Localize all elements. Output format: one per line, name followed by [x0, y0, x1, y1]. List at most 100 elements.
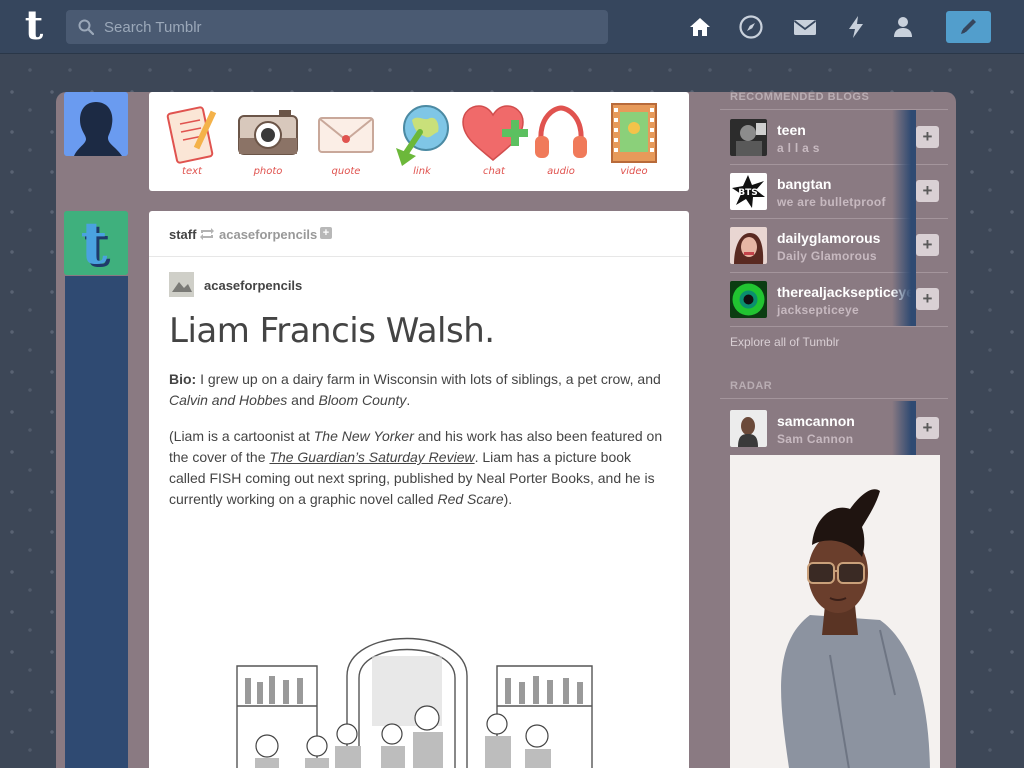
filmstrip-video-icon: [611, 103, 657, 163]
body-text: ).: [503, 491, 513, 507]
post-type-label: quote: [331, 166, 361, 177]
dashboard-post: staff acaseforpencils + acaseforpencils …: [149, 211, 689, 768]
post-type-bar: text photo quote link chat audio video: [149, 92, 689, 191]
post-title: Liam Francis Walsh.: [169, 311, 495, 351]
name-fade: [892, 110, 916, 164]
blog-avatar[interactable]: [730, 410, 767, 447]
blog-title: jacksepticeye: [777, 303, 859, 317]
name-fade: [892, 272, 916, 326]
post-type-audio[interactable]: audio: [526, 102, 596, 187]
guardian-review-link[interactable]: The Guardian’s Saturday Review: [269, 449, 474, 465]
bio-label: Bio:: [169, 371, 197, 387]
headphones-audio-icon: [535, 105, 587, 158]
user-avatar[interactable]: [64, 92, 128, 156]
home-icon[interactable]: [687, 14, 713, 40]
post-type-link[interactable]: link: [387, 102, 457, 187]
blog-avatar[interactable]: [730, 227, 767, 264]
post-author-link[interactable]: staff: [169, 227, 196, 242]
account-person-icon[interactable]: [890, 14, 916, 40]
recommended-blog-row[interactable]: teen a l l a s +: [720, 110, 948, 164]
staff-avatar[interactable]: t t: [64, 211, 128, 275]
divider: [730, 326, 948, 327]
camera-photo-icon: [238, 110, 298, 155]
avatar-rail: [65, 276, 128, 768]
post-type-video[interactable]: video: [599, 102, 669, 187]
follow-blog-button[interactable]: +: [916, 288, 939, 310]
name-fade: [892, 401, 916, 455]
post-body: Bio: I grew up on a dairy farm in Wiscon…: [169, 369, 669, 525]
search-input[interactable]: [104, 10, 594, 44]
body-text: (Liam is a cartoonist at: [169, 428, 314, 444]
top-header: t: [0, 0, 1024, 54]
activity-lightning-icon[interactable]: [843, 14, 869, 40]
post-type-label: audio: [547, 166, 575, 177]
bio-text: and: [287, 392, 319, 408]
post-type-label: video: [620, 166, 648, 177]
messages-envelope-icon[interactable]: [792, 14, 818, 40]
blog-name[interactable]: teen: [777, 122, 806, 138]
blog-name[interactable]: samcannon: [777, 413, 855, 429]
follow-blog-button[interactable]: +: [916, 417, 939, 439]
bio-paragraph: Bio: I grew up on a dairy farm in Wiscon…: [169, 369, 669, 411]
compose-post-button[interactable]: [946, 11, 991, 43]
recommended-blog-row[interactable]: therealjacksepticeye jacksepticeye +: [720, 272, 948, 326]
source-avatar[interactable]: [169, 272, 194, 297]
post-type-label: chat: [483, 166, 505, 177]
follow-blog-button[interactable]: +: [916, 234, 939, 256]
clipboard-text-icon: [166, 106, 217, 164]
follow-blog-button[interactable]: +: [916, 126, 939, 148]
bio-text: I grew up on a dairy farm in Wisconsin w…: [196, 371, 661, 387]
follow-blog-button[interactable]: +: [916, 180, 939, 202]
svg-text:BTS: BTS: [738, 188, 757, 198]
right-sidebar: RECOMMENDED BLOGS teen a l l a s + BTS b…: [720, 88, 950, 768]
radar-post-photo[interactable]: [730, 455, 940, 768]
post-type-photo[interactable]: photo: [233, 102, 303, 187]
name-fade: [892, 164, 916, 218]
description-paragraph: (Liam is a cartoonist at The New Yorker …: [169, 426, 669, 510]
explore-all-link[interactable]: Explore all of Tumblr: [730, 335, 839, 349]
reblogged-from-link[interactable]: acaseforpencils: [219, 227, 317, 242]
post-source-row: acaseforpencils: [149, 257, 689, 309]
post-type-label: photo: [253, 166, 283, 177]
blog-avatar[interactable]: [730, 119, 767, 156]
post-type-quote[interactable]: quote: [311, 102, 381, 187]
body-italic: The New Yorker: [313, 428, 414, 444]
bio-text: .: [406, 392, 411, 408]
body-italic: Red Scare: [437, 491, 504, 507]
search-bar[interactable]: [66, 10, 608, 44]
source-blog-name[interactable]: acaseforpencils: [204, 278, 302, 293]
blog-title: Sam Cannon: [777, 432, 854, 446]
name-fade: [892, 218, 916, 272]
radar-heading: RADAR: [730, 380, 773, 392]
recommended-blog-row[interactable]: BTS bangtan we are bulletproof +: [720, 164, 948, 218]
post-type-label: link: [413, 166, 431, 177]
tumblr-logo[interactable]: t: [14, 6, 54, 48]
blog-title: we are bulletproof: [777, 195, 886, 209]
recommended-blog-row[interactable]: dailyglamorous Daily Glamorous +: [720, 218, 948, 272]
radar-blog-row[interactable]: samcannon Sam Cannon +: [720, 401, 948, 455]
heart-chat-icon: [462, 105, 528, 161]
recommended-heading: RECOMMENDED BLOGS: [730, 91, 870, 103]
bio-italic: Bloom County: [318, 392, 407, 408]
blog-name[interactable]: dailyglamorous: [777, 230, 880, 246]
explore-compass-icon[interactable]: [738, 14, 764, 40]
svg-text:t: t: [81, 211, 108, 275]
blog-name[interactable]: bangtan: [777, 176, 831, 192]
post-type-label: text: [182, 166, 202, 177]
globe-link-icon: [396, 105, 449, 166]
post-type-chat[interactable]: chat: [459, 102, 529, 187]
reblog-icon: [200, 228, 214, 240]
post-type-text[interactable]: text: [157, 102, 227, 187]
pencil-icon: [961, 19, 976, 34]
envelope-quote-icon: [318, 117, 374, 153]
post-header: staff acaseforpencils +: [149, 211, 689, 257]
search-icon: [78, 19, 94, 35]
follow-plus-button[interactable]: +: [320, 227, 332, 239]
bio-italic: Calvin and Hobbes: [169, 392, 288, 408]
blog-title: Daily Glamorous: [777, 249, 877, 263]
blog-title: a l l a s: [777, 141, 820, 155]
blog-avatar[interactable]: [730, 281, 767, 318]
cartoon-illustration: [197, 606, 629, 768]
blog-avatar[interactable]: BTS: [730, 173, 767, 210]
divider: [720, 398, 948, 399]
